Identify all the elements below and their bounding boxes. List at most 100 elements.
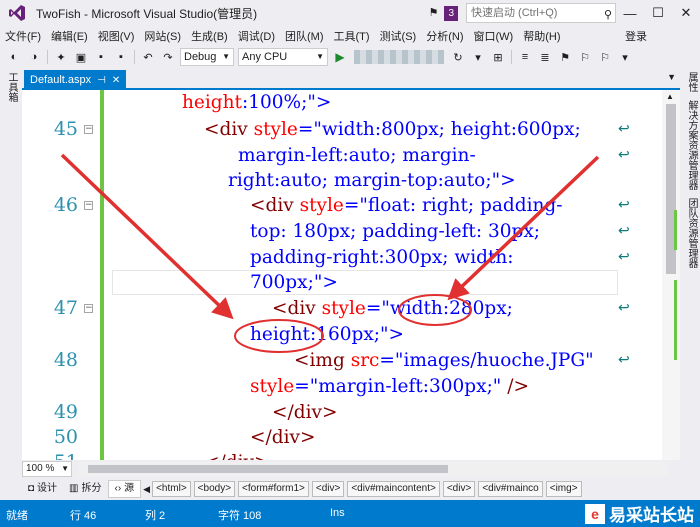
configuration-dropdown[interactable]: Debug ▼: [180, 48, 234, 66]
properties-tab[interactable]: 属性: [684, 72, 699, 92]
change-marker: [674, 280, 677, 360]
save-all-icon[interactable]: ▪: [113, 49, 129, 65]
browser-link-icon[interactable]: ⊞: [490, 49, 506, 65]
bookmark-icon[interactable]: ⚑: [557, 49, 573, 65]
menu-view[interactable]: 视图(V): [93, 28, 140, 44]
quick-launch-placeholder: 快速启动 (Ctrl+Q): [471, 7, 558, 19]
design-view-button[interactable]: ◘ 设计: [22, 480, 63, 498]
menu-edit[interactable]: 编辑(E): [46, 28, 93, 44]
feedback-flag-icon[interactable]: ⚑: [428, 6, 442, 20]
notification-badge[interactable]: 3: [444, 5, 458, 21]
blurred-browser-target[interactable]: [354, 50, 444, 64]
word-wrap-icon: ↩: [618, 300, 630, 316]
vertical-scrollbar[interactable]: ▲: [662, 90, 680, 460]
code-text-area[interactable]: height:100%;"> <div style="width:800px; …: [106, 90, 658, 460]
visual-studio-logo-icon: [6, 2, 28, 24]
breadcrumb: <html> <body> <form#form1> <div> <div#ma…: [152, 481, 584, 497]
source-view-button[interactable]: ‹› 源: [107, 480, 142, 498]
comment-icon[interactable]: ≡: [517, 49, 533, 65]
login-link[interactable]: 登录: [620, 28, 652, 44]
chevron-down-icon: ▼: [222, 52, 230, 61]
maximize-button[interactable]: ☐: [644, 0, 672, 26]
scroll-up-icon[interactable]: ▲: [666, 92, 674, 101]
pin-icon[interactable]: ⊣: [97, 75, 106, 86]
word-wrap-icon: ↩: [618, 197, 630, 213]
status-line: 行 46: [70, 510, 97, 522]
zoom-dropdown[interactable]: 100 % ▼: [22, 461, 72, 477]
menu-window[interactable]: 窗口(W): [469, 28, 519, 44]
word-wrap-icon: ↩: [618, 147, 630, 163]
dropdown-arrow-icon[interactable]: ▾: [470, 49, 486, 65]
redo-icon[interactable]: ↷: [160, 49, 176, 65]
menu-build[interactable]: 生成(B): [186, 28, 233, 44]
menu-website[interactable]: 网站(S): [139, 28, 186, 44]
chevron-down-icon: ▼: [316, 52, 324, 61]
platform-dropdown[interactable]: Any CPU ▼: [238, 48, 328, 66]
toolbar-separator: [511, 50, 512, 64]
word-wrap-icon: ↩: [618, 249, 630, 265]
menu-team[interactable]: 团队(M): [280, 28, 329, 44]
breadcrumb-item[interactable]: <img>: [545, 481, 582, 497]
code-line: </div>: [272, 402, 338, 423]
breadcrumb-item[interactable]: <div>: [442, 481, 476, 497]
watermark-text: 易采站长站: [609, 506, 694, 526]
word-wrap-icon: ↩: [618, 223, 630, 239]
back-icon[interactable]: ◐: [6, 49, 22, 65]
breadcrumb-item[interactable]: <body>: [193, 481, 236, 497]
menu-test[interactable]: 测试(S): [375, 28, 422, 44]
open-file-icon[interactable]: ▣: [73, 49, 89, 65]
platform-value: Any CPU: [242, 51, 288, 63]
left-tool-rail: 工具箱: [0, 68, 22, 482]
tab-list-dropdown-icon[interactable]: ▼: [667, 72, 676, 82]
breadcrumb-item[interactable]: <form#form1>: [238, 481, 309, 497]
collapse-icon[interactable]: −: [84, 201, 93, 210]
breadcrumb-item[interactable]: <div#mainco: [478, 481, 543, 497]
menu-tools[interactable]: 工具(T): [329, 28, 375, 44]
code-line: height:100%;">: [182, 92, 332, 113]
refresh-icon[interactable]: ↻: [450, 49, 466, 65]
toolbox-tab[interactable]: 工具箱: [4, 72, 19, 102]
forward-icon[interactable]: ◑: [26, 49, 42, 65]
uncomment-icon[interactable]: ≣: [537, 49, 553, 65]
breadcrumb-item[interactable]: <div#maincontent>: [347, 481, 440, 497]
undo-icon[interactable]: ↶: [140, 49, 156, 65]
start-debugging-icon[interactable]: ▶: [332, 49, 348, 65]
split-view-button[interactable]: ▥ 拆分: [63, 480, 107, 498]
breadcrumb-item[interactable]: <div>: [311, 481, 345, 497]
collapse-icon[interactable]: −: [84, 304, 93, 313]
minimize-button[interactable]: —: [616, 0, 644, 26]
menu-help[interactable]: 帮助(H): [518, 28, 565, 44]
code-editor[interactable]: 45 46 47 48 49 50 51 − − − height:100%;"…: [22, 90, 680, 460]
save-icon[interactable]: ▪: [93, 49, 109, 65]
line-number: 50: [53, 426, 78, 448]
close-icon[interactable]: ✕: [112, 75, 120, 86]
tab-default-aspx[interactable]: Default.aspx ⊣ ✕: [24, 70, 127, 90]
menu-analyze[interactable]: 分析(N): [421, 28, 468, 44]
breadcrumb-item[interactable]: <html>: [152, 481, 191, 497]
line-number: 47: [53, 297, 78, 319]
close-button[interactable]: ✕: [672, 0, 700, 26]
window-title: TwoFish - Microsoft Visual Studio(管理员): [36, 6, 258, 21]
menu-debug[interactable]: 调试(D): [233, 28, 280, 44]
code-line: <div style="float: right; padding-: [250, 195, 563, 216]
menu-file[interactable]: 文件(F): [0, 28, 46, 44]
solution-explorer-tab[interactable]: 解决方案资源管理器: [684, 100, 699, 190]
collapse-icon[interactable]: −: [84, 125, 93, 134]
current-line-highlight: [112, 270, 618, 295]
toolbar-options-icon[interactable]: ▾: [617, 49, 633, 65]
status-bar: 就绪 行 46 列 2 字符 108 Ins e 易采站长站: [0, 500, 700, 527]
team-explorer-tab[interactable]: 团队资源管理器: [684, 198, 699, 268]
breadcrumb-prev-icon[interactable]: ◀: [143, 484, 150, 495]
quick-launch-input[interactable]: 快速启动 (Ctrl+Q) ⚲: [466, 3, 616, 23]
standard-toolbar: ◐ ◑ ✦ ▣ ▪ ▪ ↶ ↷ Debug ▼ Any CPU ▼ ▶ ↻ ▾ …: [0, 46, 700, 68]
bookmark-next-icon[interactable]: ⚐: [597, 49, 613, 65]
line-number: 45: [53, 118, 78, 140]
horizontal-scrollbar-thumb[interactable]: [88, 465, 448, 473]
horizontal-scrollbar[interactable]: [78, 462, 668, 476]
code-line: <div style="width:280px;: [272, 298, 513, 319]
new-project-icon[interactable]: ✦: [53, 49, 69, 65]
right-tool-rail: 属性 解决方案资源管理器 团队资源管理器: [680, 68, 700, 482]
watermark-logo-icon: e: [585, 503, 605, 524]
bookmark-prev-icon[interactable]: ⚐: [577, 49, 593, 65]
code-line: 700px;">: [250, 272, 338, 293]
